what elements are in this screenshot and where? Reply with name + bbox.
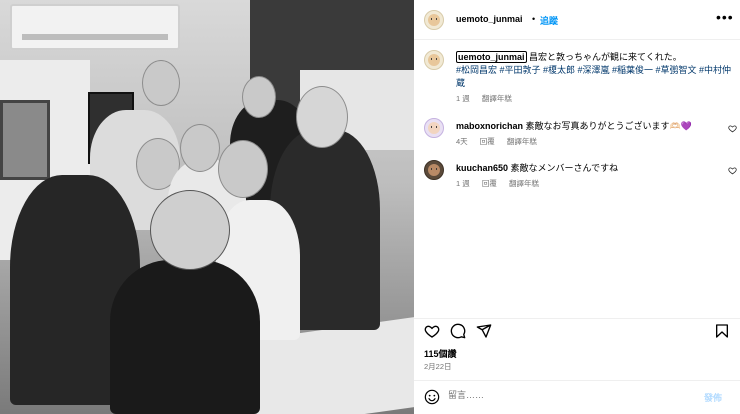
photo-air-conditioner (10, 4, 180, 50)
photo-person-head (150, 190, 230, 270)
post-comment-button[interactable]: 發佈 (704, 391, 722, 404)
caption-time[interactable]: 1 週 (456, 94, 470, 103)
comment-meta: 4天 回覆 翻譯年糕 (456, 136, 537, 147)
comment-reply-link[interactable]: 回覆 (482, 179, 497, 188)
bookmark-icon[interactable] (714, 323, 730, 339)
caption-text: 昌宏と敦っちゃんが観に来てくれた。 (529, 52, 682, 62)
emoji-icon[interactable] (424, 389, 440, 405)
comment-time[interactable]: 1 週 (456, 179, 470, 188)
comment-icon[interactable] (450, 323, 466, 339)
caption-hashtags[interactable]: #松岡昌宏 #平田敦子 #榎太郎 #深澤嵐 #稲葉俊一 #草彅智文 #中村仲蔵 (456, 65, 731, 88)
comment-avatar[interactable] (424, 118, 444, 138)
comment-body: kuuchan650 素敵なメンバーさんですね (456, 162, 712, 174)
comment-time[interactable]: 4天 (456, 137, 468, 146)
comment-username[interactable]: kuuchan650 (456, 163, 508, 173)
author-username[interactable]: uemoto_junmai (456, 14, 523, 24)
photo-person-head (142, 60, 180, 106)
post-header: uemoto_junmai • 追蹤 ••• (414, 0, 740, 40)
post-actions (414, 318, 740, 340)
photo-person-head (218, 140, 268, 198)
caption-avatar[interactable] (424, 50, 444, 70)
comment-avatar[interactable] (424, 160, 444, 180)
caption-translate-link[interactable]: 翻譯年糕 (482, 94, 512, 103)
comment-like-heart-icon[interactable] (728, 166, 737, 175)
caption-meta: 1 週 翻譯年糕 (456, 93, 512, 104)
photo-person-head (296, 86, 348, 148)
comment-body: maboxnorichan 素敵なお写真ありがとうございます🫶🏻💜 (456, 120, 712, 132)
author-avatar[interactable] (424, 10, 444, 30)
like-count[interactable]: 115個讚 (424, 347, 457, 360)
follow-button[interactable]: 追蹤 (540, 14, 558, 27)
comment-input[interactable] (448, 390, 688, 400)
post-sidebar: uemoto_junmai • 追蹤 ••• uemoto_junmai 昌宏と… (414, 0, 740, 414)
photo-person-head (180, 124, 220, 172)
comment-meta: 1 週 回覆 翻譯年糕 (456, 178, 539, 189)
comment-reply-link[interactable]: 回覆 (480, 137, 495, 146)
comment-translate-link[interactable]: 翻譯年糕 (507, 137, 537, 146)
comment-text: 素敵なメンバーさんですね (510, 163, 619, 173)
post-date[interactable]: 2月22日 (424, 361, 452, 372)
more-icon[interactable]: ••• (716, 9, 734, 25)
comment-bar: 發佈 (414, 380, 740, 414)
comment-username[interactable]: maboxnorichan (456, 121, 523, 131)
comment-like-heart-icon[interactable] (728, 124, 737, 133)
comment-translate-link[interactable]: 翻譯年糕 (509, 179, 539, 188)
share-icon[interactable] (476, 323, 492, 339)
post-caption: uemoto_junmai 昌宏と敦っちゃんが観に来てくれた。 #松岡昌宏 #平… (456, 51, 732, 90)
photo-wall-board (0, 100, 50, 180)
photo-person-head (242, 76, 276, 118)
comment-text: 素敵なお写真ありがとうございます🫶🏻💜 (525, 121, 692, 131)
photo-person-body (110, 260, 260, 414)
post-photo[interactable] (0, 0, 414, 414)
heart-icon[interactable] (424, 323, 440, 339)
caption-username[interactable]: uemoto_junmai (456, 51, 527, 63)
separator-dot: • (532, 14, 536, 24)
